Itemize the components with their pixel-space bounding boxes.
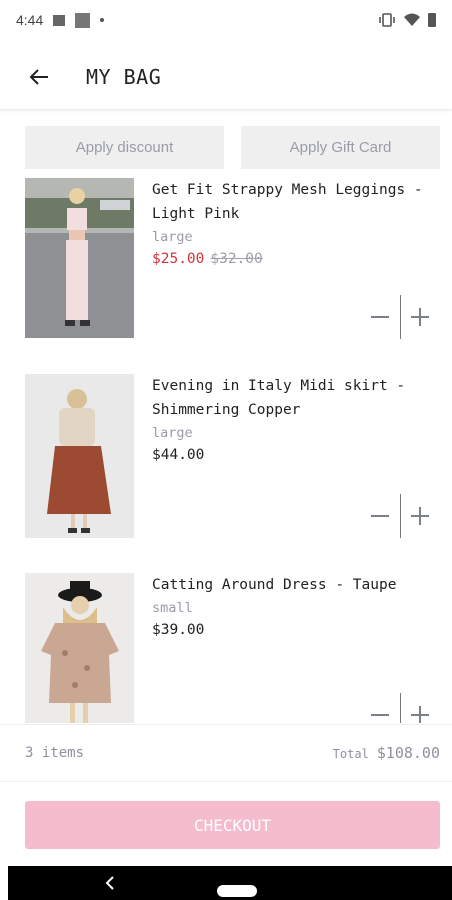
apply-gift-card-button[interactable]: Apply Gift Card: [241, 126, 440, 169]
quantity-stepper: [360, 693, 440, 723]
image-notification-icon: [53, 14, 66, 26]
sale-price: $25.00: [152, 251, 205, 267]
back-button[interactable]: [14, 52, 64, 102]
product-variant: large: [152, 229, 193, 245]
plus-icon: [411, 308, 430, 326]
decrease-quantity-button[interactable]: [360, 295, 400, 339]
cart-item: Evening in Italy Midi skirt - Shimmering…: [25, 374, 440, 538]
promo-actions: Apply discount Apply Gift Card: [25, 126, 440, 169]
product-price-row: $44.00: [152, 444, 440, 466]
chevron-left-icon: [105, 876, 114, 890]
vibrate-icon: [379, 13, 395, 27]
order-summary: 3 items Total $108.00: [0, 724, 452, 782]
minus-icon: [370, 316, 389, 318]
system-nav-bar: [8, 866, 452, 900]
items-count: 3 items: [25, 745, 85, 761]
product-image[interactable]: [25, 573, 134, 723]
minus-icon: [370, 515, 389, 517]
product-price: $39.00: [152, 622, 205, 638]
total-label: Total: [332, 747, 369, 761]
product-price-row: $25.00 $32.00: [152, 248, 440, 270]
product-name[interactable]: Evening in Italy Midi skirt - Shimmering…: [152, 374, 440, 422]
minus-icon: [370, 714, 389, 716]
page-title: MY BAG: [86, 64, 162, 89]
plus-icon: [411, 507, 430, 525]
app-notification-icon: [75, 12, 91, 28]
checkout-button[interactable]: CHECKOUT: [25, 801, 440, 849]
increase-quantity-button[interactable]: [400, 693, 440, 723]
product-image[interactable]: [25, 374, 134, 538]
cart-item: Catting Around Dress - Taupe small $39.0…: [25, 573, 440, 723]
decrease-quantity-button[interactable]: [360, 693, 400, 723]
status-bar: 4:44: [0, 0, 452, 40]
product-price-row: $39.00: [152, 619, 440, 641]
more-notifications-icon: [100, 18, 105, 22]
system-back-button[interactable]: [100, 873, 120, 893]
product-image[interactable]: [25, 178, 134, 338]
arrow-left-icon: [29, 68, 48, 85]
increase-quantity-button[interactable]: [400, 494, 440, 538]
app-bar: MY BAG: [0, 44, 452, 110]
product-price: $44.00: [152, 447, 205, 463]
original-price: $32.00: [210, 251, 263, 267]
decrease-quantity-button[interactable]: [360, 494, 400, 538]
plus-icon: [411, 706, 430, 723]
system-home-button[interactable]: [217, 885, 257, 897]
total-value: $108.00: [376, 744, 440, 762]
quantity-stepper: [360, 295, 440, 339]
increase-quantity-button[interactable]: [400, 295, 440, 339]
product-name[interactable]: Catting Around Dress - Taupe: [152, 573, 440, 597]
battery-icon: [428, 13, 436, 27]
product-variant: large: [152, 425, 193, 441]
status-time: 4:44: [16, 12, 44, 28]
product-variant: small: [152, 600, 193, 616]
wifi-icon: [404, 13, 420, 26]
apply-discount-button[interactable]: Apply discount: [25, 126, 224, 169]
cart-item: Get Fit Strappy Mesh Leggings - Light Pi…: [25, 178, 440, 339]
quantity-stepper: [360, 494, 440, 538]
product-name[interactable]: Get Fit Strappy Mesh Leggings - Light Pi…: [152, 178, 440, 226]
